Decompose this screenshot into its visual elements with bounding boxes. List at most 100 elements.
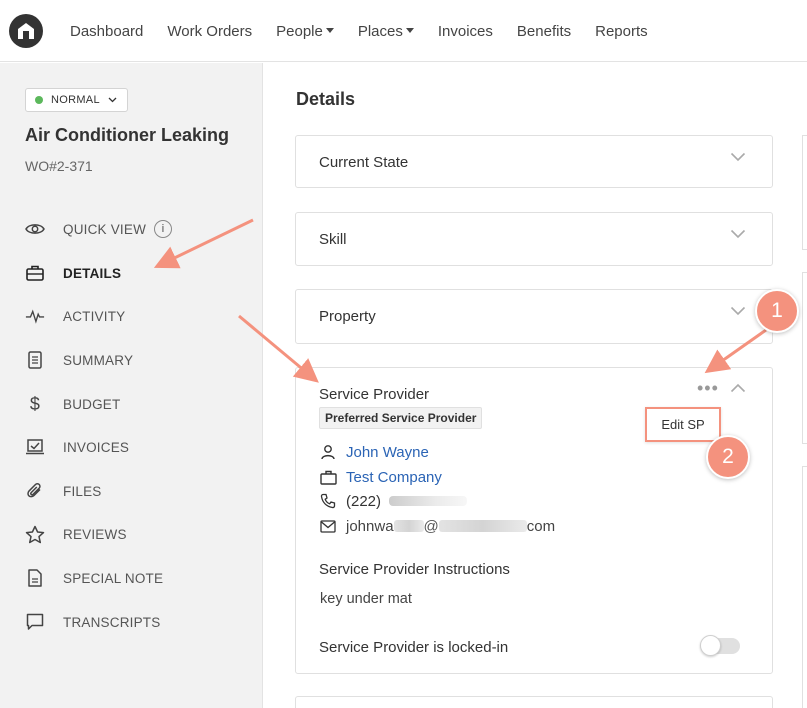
top-navbar: Dashboard Work Orders People Places Invoices… <box>0 0 807 62</box>
email-at: @ <box>423 517 439 535</box>
locked-in-toggle[interactable] <box>700 635 740 656</box>
sidebar: NORMAL Air Conditioner Leaking WO#2-371 … <box>0 63 263 708</box>
company-row: Test Company <box>319 466 442 488</box>
envelope-icon <box>319 517 337 535</box>
sidebar-item-budget[interactable]: $ BUDGET <box>25 393 120 415</box>
redacted-email <box>393 520 424 532</box>
nav-item-people[interactable]: People <box>276 23 334 40</box>
email-start: johnwa <box>346 517 394 535</box>
nav-item-label: Invoices <box>437 22 493 40</box>
status-dropdown[interactable]: NORMAL <box>25 88 128 112</box>
caret-down-icon <box>325 27 334 33</box>
panel-current-state[interactable]: Current State <box>295 135 773 188</box>
instructions-title: Service Provider Instructions <box>319 561 510 578</box>
instructions-text: key under mat <box>320 591 412 607</box>
sidebar-item-reviews[interactable]: REVIEWS <box>25 523 127 545</box>
paperclip-icon <box>25 481 45 501</box>
eye-icon <box>25 219 45 239</box>
nav-item-label: Benefits <box>516 22 572 40</box>
nav-item-label: Places <box>357 22 403 40</box>
panel-title: Current State <box>319 154 409 171</box>
company-link[interactable]: Test Company <box>346 469 442 486</box>
nav-item-places[interactable]: Places <box>358 23 414 40</box>
pulse-icon <box>25 306 45 326</box>
edit-sp-button[interactable]: Edit SP <box>645 407 721 442</box>
more-options-icon[interactable]: ••• <box>697 378 719 399</box>
sidebar-item-label: ACTIVITY <box>63 308 126 324</box>
annotation-badge-1: 1 <box>755 289 799 333</box>
nav-item-label: Dashboard <box>70 22 144 40</box>
locked-in-label: Service Provider is locked-in <box>319 639 509 656</box>
sidebar-item-files[interactable]: FILES <box>25 480 102 502</box>
nav-menu: Dashboard Work Orders People Places Invoices… <box>70 0 672 62</box>
work-order-number: WO#2-371 <box>25 158 93 174</box>
phone-icon <box>319 492 337 510</box>
nav-item-label: Work Orders <box>167 22 253 40</box>
side-panel-edge <box>802 272 807 444</box>
phone-number: (222) <box>346 492 382 510</box>
panel-title: Skill <box>319 231 347 248</box>
panel-title: Service Provider <box>319 386 430 403</box>
work-order-title: Air Conditioner Leaking <box>25 125 230 145</box>
email-end: com <box>526 517 556 535</box>
annotation-badge-2: 2 <box>706 435 750 479</box>
sidebar-item-label: SUMMARY <box>63 352 134 368</box>
sidebar-item-transcripts[interactable]: TRANSCRIPTS <box>25 611 160 633</box>
page-title: Details <box>296 89 356 109</box>
redacted-phone <box>389 496 468 506</box>
panel-next <box>295 696 773 708</box>
panel-skill[interactable]: Skill <box>295 212 773 266</box>
sidebar-item-quick-view[interactable]: QUICK VIEW i <box>25 218 173 240</box>
chevron-up-icon[interactable] <box>730 380 746 398</box>
chevron-down-icon[interactable] <box>730 303 746 321</box>
caret-down-icon <box>405 27 414 33</box>
preferred-sp-badge: Preferred Service Provider <box>319 407 483 429</box>
sidebar-item-label: FILES <box>63 483 102 499</box>
contact-name-link[interactable]: John Wayne <box>346 444 429 461</box>
nav-item-label: People <box>276 22 323 40</box>
home-logo-icon[interactable] <box>9 14 43 48</box>
chevron-down-icon[interactable] <box>730 226 746 244</box>
phone-row: (222) <box>319 490 468 512</box>
nav-item-dashboard[interactable]: Dashboard <box>70 23 143 40</box>
panel-title: Property <box>319 308 376 325</box>
svg-text:$: $ <box>30 394 40 414</box>
sidebar-item-label: SPECIAL NOTE <box>63 570 164 586</box>
sidebar-item-label: TRANSCRIPTS <box>63 614 161 630</box>
sidebar-item-summary[interactable]: SUMMARY <box>25 349 133 371</box>
toggle-knob <box>700 635 721 656</box>
document-icon <box>25 350 45 370</box>
email-row: johnwa @ com <box>319 515 555 537</box>
sidebar-item-label: QUICK VIEW <box>63 221 147 237</box>
nav-item-work-orders[interactable]: Work Orders <box>167 23 252 40</box>
nav-item-benefits[interactable]: Benefits <box>517 23 571 40</box>
invoice-icon <box>25 437 45 457</box>
sidebar-item-label: BUDGET <box>63 396 121 412</box>
panel-property[interactable]: Property <box>295 289 773 344</box>
nav-item-reports[interactable]: Reports <box>595 23 648 40</box>
chat-icon <box>25 612 45 632</box>
briefcase-icon <box>319 468 337 486</box>
sidebar-item-special-note[interactable]: SPECIAL NOTE <box>25 567 163 589</box>
info-icon[interactable]: i <box>154 220 173 238</box>
nav-item-invoices[interactable]: Invoices <box>438 23 493 40</box>
side-panel-edge <box>802 135 807 250</box>
sidebar-item-label: INVOICES <box>63 439 130 455</box>
note-icon <box>25 568 45 588</box>
side-panel-edge <box>802 466 807 708</box>
dollar-icon: $ <box>25 394 45 414</box>
status-label: NORMAL <box>51 94 100 106</box>
chevron-down-icon <box>108 94 117 106</box>
sidebar-item-activity[interactable]: ACTIVITY <box>25 305 125 327</box>
contact-name-row: John Wayne <box>319 441 429 463</box>
briefcase-icon <box>25 263 45 283</box>
redacted-email-domain <box>438 520 527 532</box>
sidebar-item-details[interactable]: DETAILS <box>25 262 121 284</box>
star-icon <box>25 524 45 544</box>
sidebar-item-label: REVIEWS <box>63 526 127 542</box>
person-icon <box>319 443 337 461</box>
sidebar-item-label: DETAILS <box>63 265 122 281</box>
status-dot-icon <box>35 96 43 104</box>
chevron-down-icon[interactable] <box>730 149 746 167</box>
sidebar-item-invoices[interactable]: INVOICES <box>25 436 129 458</box>
